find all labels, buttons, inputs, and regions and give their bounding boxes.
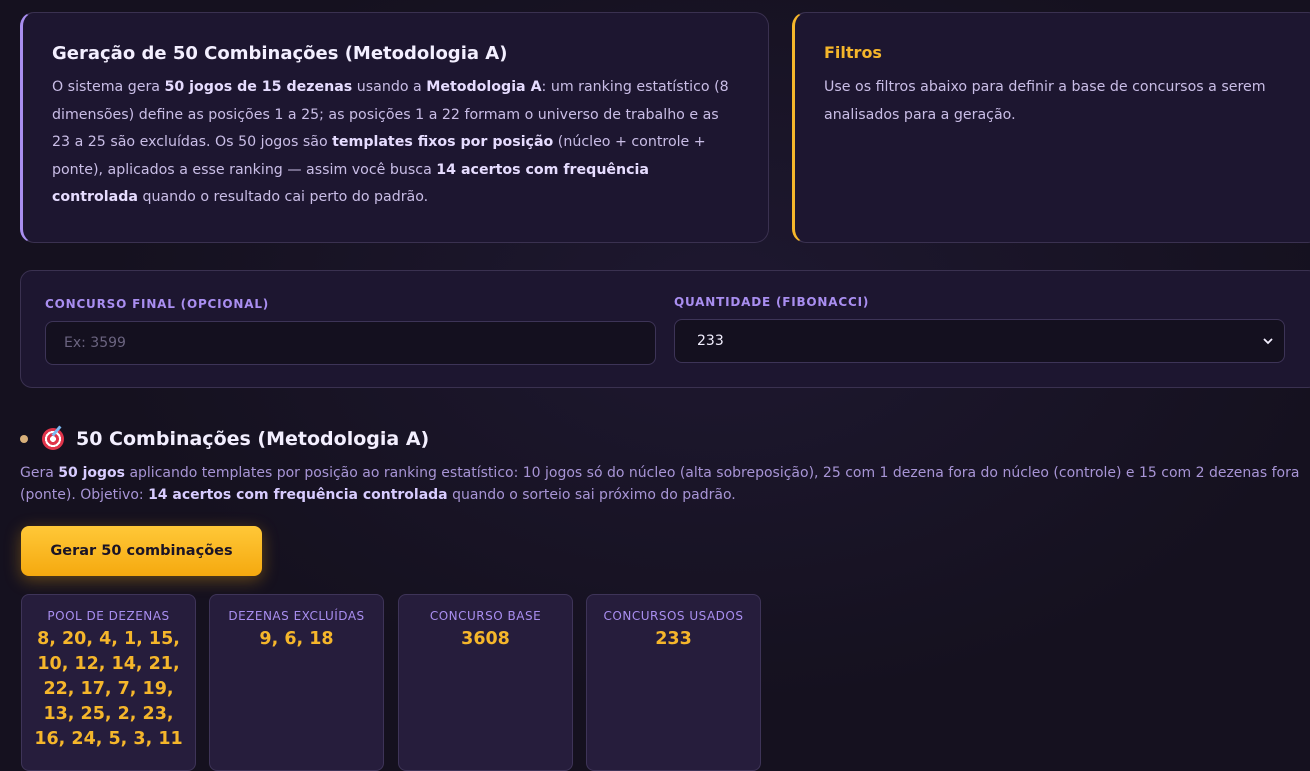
stat-value: 3608 [461,629,510,649]
stat-value: 8, 20, 4, 1, 15, 10, 12, 14, 21, 22, 17,… [34,629,183,749]
section-description: Gera 50 jogos aplicando templates por po… [20,465,1300,503]
bullet-dot [20,435,28,443]
stat-value: 9, 6, 18 [259,629,334,649]
filters-info-card: Filtros Use os filtros abaixo para defin… [792,12,1310,243]
concurso-final-label: CONCURSO FINAL (OPCIONAL) [45,297,270,311]
method-card-title: Geração de 50 Combinações (Metodologia A… [52,43,508,64]
chevron-down-icon [1263,338,1273,345]
stat-dezenas-excluidas: DEZENAS EXCLUÍDAS 9, 6, 18 [209,594,384,771]
method-info-card: Geração de 50 Combinações (Metodologia A… [20,12,769,243]
stat-label: POOL DE DEZENAS [47,609,170,623]
quantidade-select[interactable]: 233 [674,319,1285,363]
section-header: 50 Combinações (Metodologia A) [20,428,429,450]
concurso-final-input[interactable]: Ex: 3599 [45,321,656,365]
stat-label: DEZENAS EXCLUÍDAS [228,609,365,623]
filters-card-text: Use os filtros abaixo para definir a bas… [824,79,1266,123]
generate-combinations-button[interactable]: Gerar 50 combinações [21,526,262,576]
quantidade-label: QUANTIDADE (FIBONACCI) [674,295,870,309]
section-title: 50 Combinações (Metodologia A) [76,428,430,450]
stat-pool-dezenas: POOL DE DEZENAS 8, 20, 4, 1, 15, 10, 12,… [21,594,196,771]
stat-concurso-base: CONCURSO BASE 3608 [398,594,573,771]
quantidade-selected-value: 233 [697,333,724,349]
method-card-text: O sistema gera 50 jogos de 15 dezenas us… [52,79,729,205]
filters-form: CONCURSO FINAL (OPCIONAL) Ex: 3599 QUANT… [20,270,1310,388]
stat-concursos-usados: CONCURSOS USADOS 233 [586,594,761,771]
target-icon [42,428,64,450]
stat-label: CONCURSO BASE [429,609,542,623]
stat-label: CONCURSOS USADOS [603,609,744,623]
stat-value: 233 [655,629,692,649]
filters-card-title: Filtros [824,43,882,62]
